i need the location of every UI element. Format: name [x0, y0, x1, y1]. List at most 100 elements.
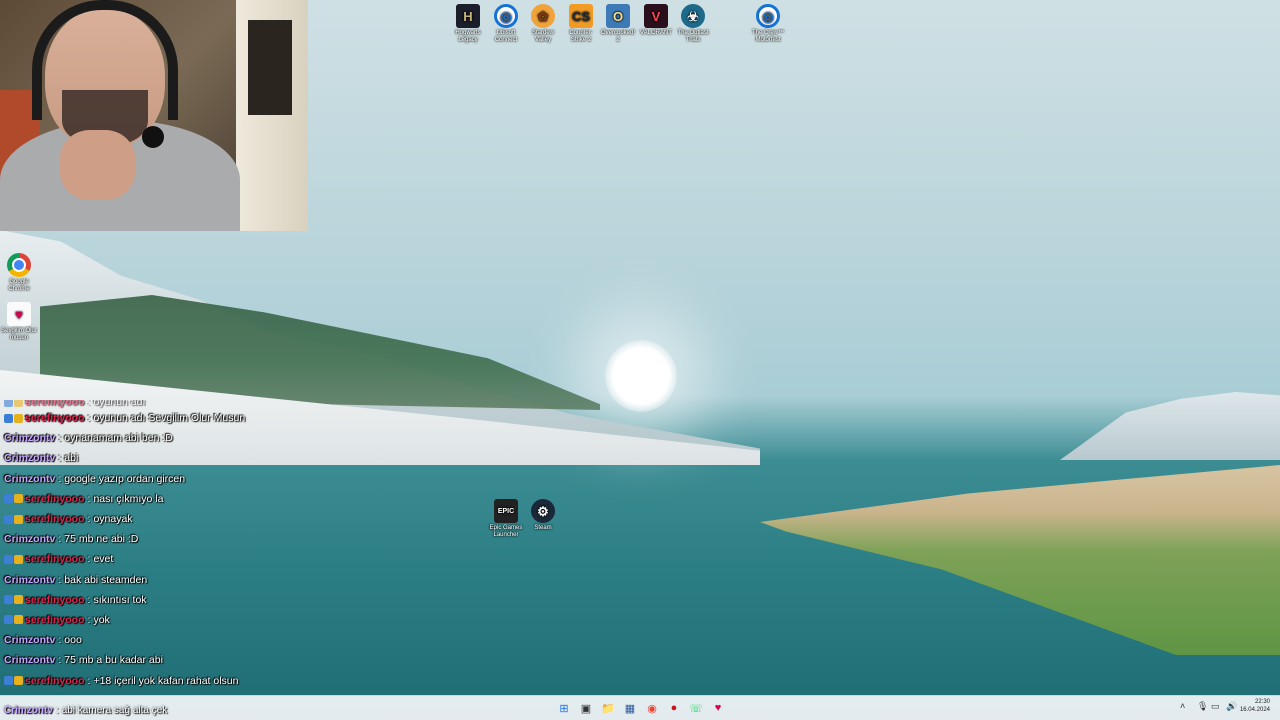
ubisoft-icon: ◎ [494, 4, 518, 28]
chat-separator: : [58, 472, 62, 485]
chat-text: yok [93, 613, 110, 626]
chat-message: Crimzontv:75 mb ne abi :D [0, 529, 520, 549]
webcam-mic [142, 126, 164, 148]
chat-message: serefinyooo: oyunun adı Sevgilim Olur Mus… [0, 408, 520, 428]
sub-badge-icon [14, 615, 23, 625]
taskbar-store-icon[interactable]: ▦ [622, 700, 638, 716]
desktop-icon-left-0[interactable]: Google Chrome [0, 253, 38, 293]
webcam-headset [32, 0, 178, 120]
desktop-icon-top-0[interactable]: H Hogwarts Legacy [449, 4, 487, 44]
chat-message: serefinyooo: +18 içeril yok kafan rahat o… [0, 670, 520, 690]
counter-strike-icon: CS [569, 4, 593, 28]
chat-badges [4, 514, 23, 524]
volume-icon[interactable]: 🔊 [1226, 701, 1237, 712]
valorant-icon: V [644, 4, 668, 28]
chat-separator: : [87, 492, 91, 505]
desktop-icon-middle-1[interactable]: ⚙ Steam [524, 499, 562, 532]
desktop-icon-label: Sevgilim Olur musun [1, 328, 37, 341]
chat-message: Crimzontv:75 mb a bu kadar abi [0, 650, 520, 670]
prime-badge-icon [4, 554, 13, 564]
prime-badge-icon [4, 615, 13, 625]
chat-text: ooo [64, 634, 82, 647]
chat-separator: : [58, 573, 62, 586]
prime-badge-icon [4, 676, 13, 686]
desktop-icon-top-5[interactable]: V VALORANT [637, 4, 675, 37]
taskbar-chrome-icon[interactable]: ◉ [644, 700, 660, 716]
taskbar-clock[interactable]: 22:30 16.04.2024 [1240, 698, 1270, 714]
webcam-door-window [248, 20, 292, 115]
stardew-icon: ✿ [531, 4, 555, 28]
desktop-icon-top-2[interactable]: ✿ Stardew Valley [524, 4, 562, 44]
chat-partial-message: serefinyooo: oyunun adı [0, 400, 520, 408]
desktop-icon-top-3[interactable]: CS Counter-Strike 2 [562, 4, 600, 44]
clock-date: 16.04.2024 [1239, 707, 1270, 713]
chat-separator: : [58, 452, 62, 465]
desktop-icon-label: Stardew Valley [531, 30, 554, 43]
taskbar-app-red-icon[interactable]: ● [666, 700, 682, 716]
chat-message: Crimzontv: oynanamam abi ben :D [0, 428, 520, 448]
chat-text: +18 içeril yok kafan rahat olsun [93, 674, 239, 687]
ubisoft-icon: ◎ [756, 4, 780, 28]
chat-message: serefinyooo: evet [0, 549, 520, 569]
desktop-icon-label: Counter-Strike 2 [569, 30, 593, 43]
outlast-icon: ☣ [681, 4, 705, 28]
tray-chevron-icon[interactable]: ˄ [1180, 701, 1185, 711]
chat-separator: : [87, 513, 91, 526]
chat-username: serefinyooo [25, 553, 85, 566]
chat-username: serefinyooo [25, 593, 85, 606]
desktop-icon-top-6[interactable]: ☣ The Outlast Trials [674, 4, 712, 44]
taskbar: Crimzontv: abi kamera sağ alta çek ⊞ ▣ 📁 ▦ ◉ ●… [0, 695, 1280, 720]
chat-separator: : [87, 674, 91, 687]
webcam-hand [60, 130, 135, 200]
taskbar-start-icon[interactable]: ⊞ [556, 700, 572, 716]
chat-overlay: serefinyooo: oyunun adı serefinyooo: oyun… [0, 400, 520, 700]
chat-badges [4, 595, 23, 605]
wallpaper-mountain-right [1060, 392, 1280, 460]
chat-separator: : [58, 533, 62, 546]
chat-separator: : [87, 593, 91, 606]
desktop-icon-label: Overcooked! 2 [600, 30, 636, 43]
chat-text: nası çıkmıyo la [93, 492, 164, 505]
chat-message: serefinyooo: oynayak [0, 509, 520, 529]
taskbar-sevgilim-icon[interactable]: ♥ [710, 700, 726, 716]
chat-username: Crimzontv [4, 654, 56, 667]
chat-badges [4, 554, 23, 564]
mic-icon[interactable]: 🎙 [1197, 701, 1208, 712]
desktop-icon-top-7[interactable]: ◎ The Crew™ Motorfest [749, 4, 787, 44]
wallpaper-shore [760, 465, 1280, 655]
prime-badge-icon [4, 413, 13, 423]
chat-badges [4, 494, 23, 504]
chat-username: Crimzontv [4, 533, 56, 546]
prime-badge-icon [4, 595, 13, 605]
chat-username: Crimzontv [4, 452, 56, 465]
sub-badge-icon [14, 413, 23, 423]
desktop-icon-top-1[interactable]: ◎ Ubisoft Connect [487, 4, 525, 44]
taskbar-task-view-icon[interactable]: ▣ [578, 700, 594, 716]
chat-badges [4, 413, 23, 423]
chat-separator: : [87, 553, 91, 566]
chat-username: Crimzontv [4, 573, 56, 586]
desktop-icon-top-4[interactable]: O Overcooked! 2 [599, 4, 637, 44]
chat-badges [4, 676, 23, 686]
chat-text: oynanamam abi ben :D [64, 432, 173, 445]
chat-text: evet [93, 553, 114, 566]
desktop-icon-label: Steam [534, 525, 552, 531]
sub-badge-icon [14, 676, 23, 686]
sub-badge-icon [14, 554, 23, 564]
chat-message: serefinyooo: yok [0, 610, 520, 630]
steam-icon: ⚙ [531, 499, 555, 523]
chat-separator: : [87, 613, 91, 626]
network-icon[interactable]: ▭ [1211, 701, 1220, 712]
chat-username: Crimzontv [4, 472, 56, 485]
chat-message: serefinyooo: sıkıntısı tok [0, 590, 520, 610]
sub-badge-icon [14, 494, 23, 504]
chrome-icon [7, 253, 31, 277]
chat-username: serefinyooo [25, 492, 85, 505]
desktop-icon-label: The Outlast Trials [677, 30, 709, 43]
desktop-icon-left-1[interactable]: ♥ Sevgilim Olur musun [0, 302, 38, 342]
wallpaper-sun [605, 340, 677, 412]
desktop-icon-label: The Crew™ Motorfest [751, 30, 784, 43]
chat-message: Crimzontv: ooo [0, 630, 520, 650]
taskbar-file-explorer-icon[interactable]: 📁 [600, 700, 616, 716]
taskbar-whatsapp-icon[interactable]: ☏ [688, 700, 704, 716]
